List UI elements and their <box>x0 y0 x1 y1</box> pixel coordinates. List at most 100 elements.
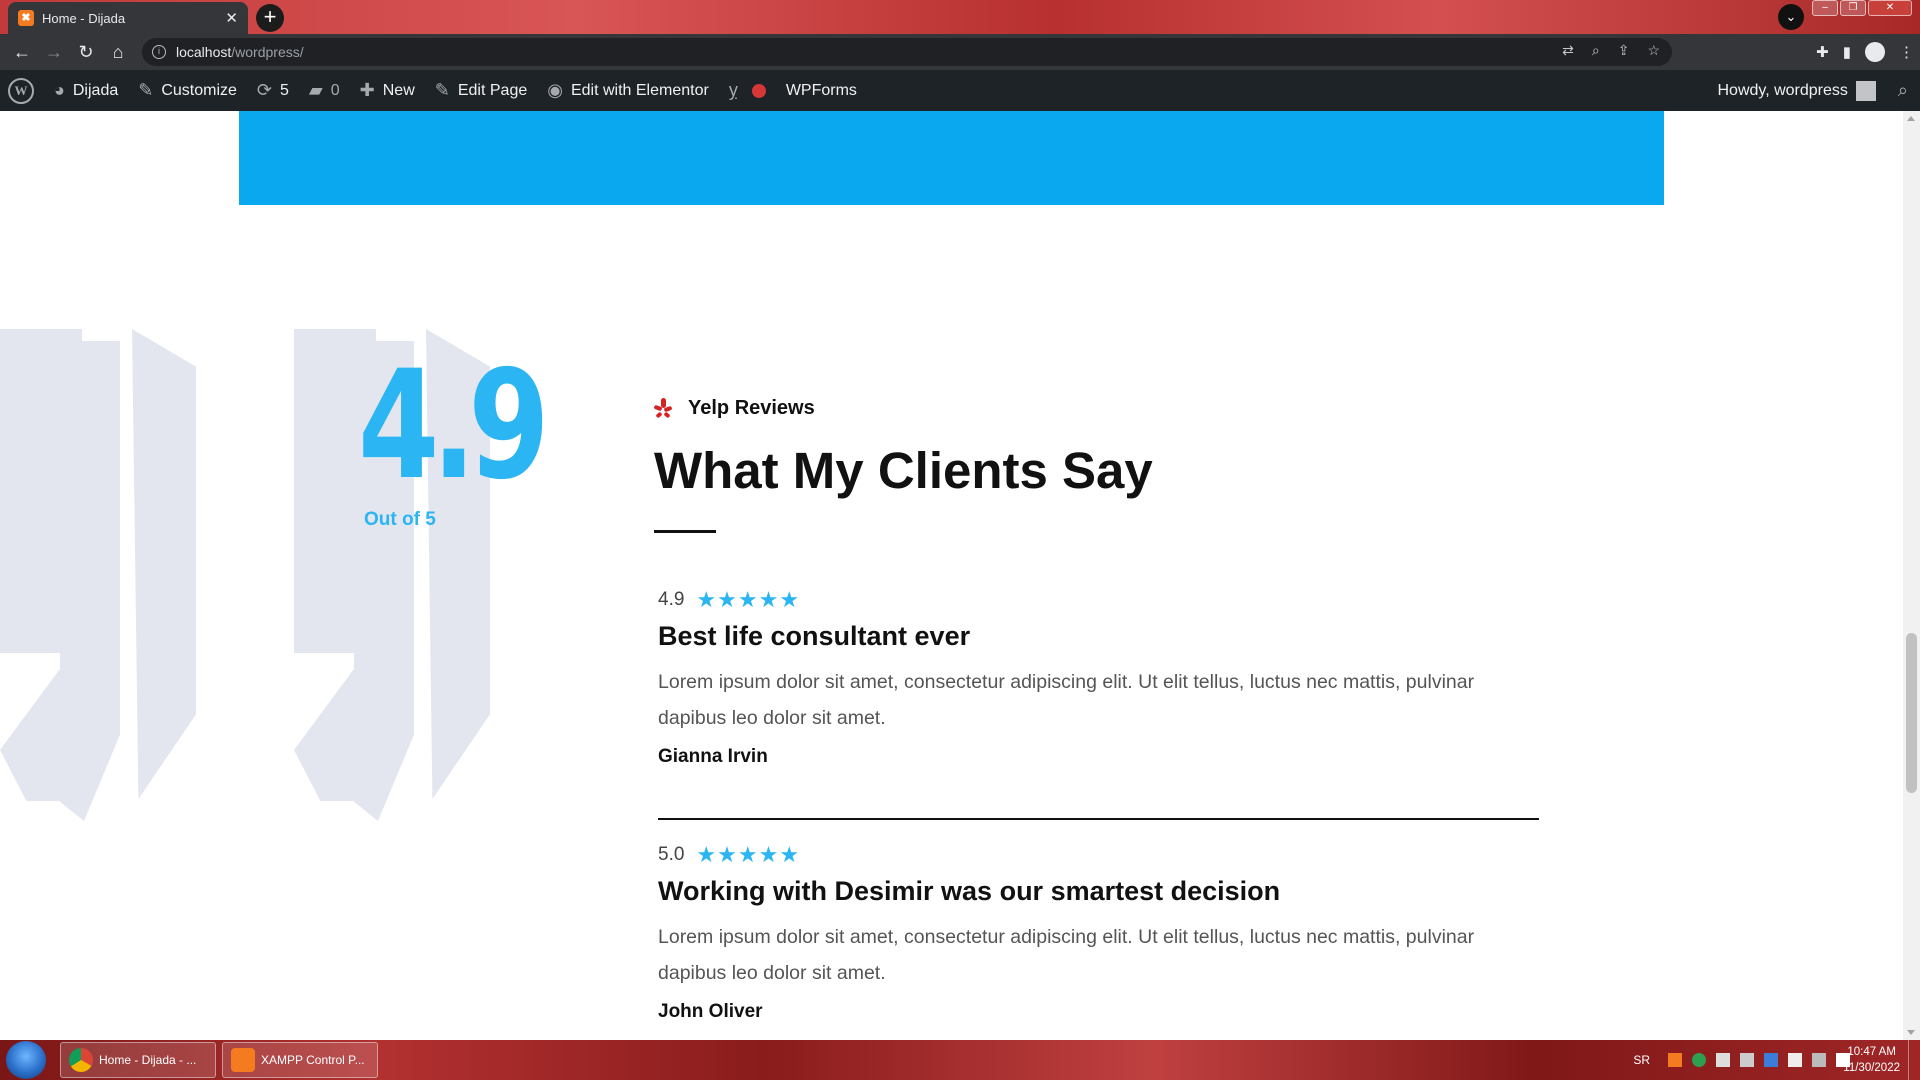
language-indicator[interactable]: SR <box>1633 1053 1650 1067</box>
star-icon: ★ <box>758 587 779 612</box>
security-tray-icon[interactable] <box>1692 1053 1706 1067</box>
taskbar-item-xampp[interactable]: XAMPP Control P... <box>222 1042 378 1078</box>
system-tray: SR <box>1633 1040 1850 1080</box>
new-content-menu[interactable]: ✚ New <box>350 70 425 111</box>
admin-search[interactable]: ⌕ <box>1886 70 1920 111</box>
address-bar[interactable]: i localhost /wordpress/ ⇄ ⌕ ⇪ ☆ <box>142 38 1672 66</box>
wp-admin-bar: W ◕ Dijada ✎ Customize ⟳ 5 ▰ 0 ✚ New ✎ E… <box>0 70 1920 111</box>
star-icon: ★ <box>737 842 758 867</box>
share-icon[interactable]: ⇪ <box>1618 42 1630 59</box>
star-icon: ★ <box>779 587 800 612</box>
star-icon: ★ <box>779 842 800 867</box>
app-tray-icon[interactable] <box>1764 1053 1778 1067</box>
star-icon: ★ <box>696 587 717 612</box>
network-tray-icon[interactable] <box>1716 1053 1730 1067</box>
taskbar-item-chrome[interactable]: Home - Dijada - ... <box>60 1042 216 1078</box>
edit-elementor-link[interactable]: ◉ Edit with Elementor <box>537 70 719 111</box>
customize-link[interactable]: ✎ Customize <box>128 70 247 111</box>
edit-page-link[interactable]: ✎ Edit Page <box>425 70 537 111</box>
star-icon: ★ <box>737 587 758 612</box>
review-text: Lorem ipsum dolor sit amet, consectetur … <box>658 926 1475 984</box>
comments-link[interactable]: ▰ 0 <box>299 70 350 111</box>
review-divider <box>658 818 1539 820</box>
updates-icon: ⟳ <box>256 80 272 100</box>
customize-label: Customize <box>161 81 237 99</box>
tab-search-button[interactable]: ⌄ <box>1778 4 1804 30</box>
action-center-flag-icon[interactable] <box>1788 1053 1802 1067</box>
zoom-icon[interactable]: ⌕ <box>1592 42 1600 59</box>
display-tray-icon[interactable] <box>1812 1053 1826 1067</box>
scrollbar-thumb[interactable] <box>1906 633 1917 793</box>
forward-icon[interactable]: → <box>38 36 70 68</box>
tab-title: Home - Dijada <box>42 10 126 26</box>
wpforms-menu[interactable]: WPForms <box>776 70 867 111</box>
page-viewport: 4.9 Out of 5 Yelp Reviews What My Client… <box>0 111 1903 1040</box>
minimize-button[interactable]: – <box>1812 0 1838 16</box>
review-title: Working with Desimir was our smartest de… <box>658 876 1281 906</box>
back-icon[interactable]: ← <box>6 36 38 68</box>
maximize-button[interactable]: ❐ <box>1840 0 1866 16</box>
review-card: 5.0 ★ ★ ★ ★ ★ Working with Desimir was o… <box>658 842 1538 1023</box>
yelp-icon <box>653 397 673 420</box>
scroll-down-icon[interactable] <box>1907 1030 1915 1035</box>
review-author: John Oliver <box>658 1001 763 1022</box>
updates-link[interactable]: ⟳ 5 <box>247 70 299 111</box>
chrome-icon <box>69 1048 93 1072</box>
howdy-label: Howdy, wordpress <box>1717 81 1848 99</box>
window-controls: – ❐ ✕ <box>1812 0 1912 16</box>
elementor-icon: ◉ <box>547 80 563 100</box>
windows-taskbar: Home - Dijada - ... XAMPP Control P... S… <box>0 1040 1920 1080</box>
browser-tab[interactable]: ✖ Home - Dijada ✕ <box>8 2 248 34</box>
star-rating: ★ ★ ★ ★ ★ <box>696 589 799 611</box>
extensions-icon[interactable]: ✚ <box>1816 43 1829 61</box>
xampp-tray-icon[interactable] <box>1668 1053 1682 1067</box>
wordpress-logo-icon: W <box>8 77 34 104</box>
close-tab-icon[interactable]: ✕ <box>225 9 238 27</box>
edit-page-label: Edit Page <box>457 81 528 99</box>
wp-logo-menu[interactable]: W <box>0 70 44 111</box>
brush-icon: ✎ <box>138 80 154 100</box>
home-icon[interactable]: ⌂ <box>102 36 134 68</box>
review-text: Lorem ipsum dolor sit amet, consectetur … <box>658 671 1475 729</box>
star-rating: ★ ★ ★ ★ ★ <box>696 844 799 866</box>
star-icon: ★ <box>717 587 737 612</box>
user-avatar <box>1855 80 1876 101</box>
menu-kebab-icon[interactable]: ⋮ <box>1899 43 1914 61</box>
overall-rating: 4.9 <box>358 339 550 513</box>
my-account-menu[interactable]: Howdy, wordpress <box>1707 70 1885 111</box>
system-clock[interactable]: 10:47 AM 11/30/2022 <box>1843 1044 1900 1076</box>
start-button[interactable] <box>6 1041 46 1079</box>
site-name-label: Dijada <box>72 81 119 99</box>
side-panel-icon[interactable]: ▮ <box>1843 43 1851 61</box>
site-name-menu[interactable]: ◕ Dijada <box>44 70 128 111</box>
reload-icon[interactable]: ↻ <box>70 36 102 68</box>
taskbar-item-label: Home - Dijada - ... <box>99 1053 197 1067</box>
url-host: localhost <box>176 44 232 60</box>
plus-icon: ✚ <box>359 80 375 100</box>
bookmark-star-icon[interactable]: ☆ <box>1647 42 1660 59</box>
star-icon: ★ <box>758 842 779 867</box>
blue-banner <box>239 111 1664 205</box>
yoast-menu[interactable]: ỵ <box>719 70 776 111</box>
review-title: Best life consultant ever <box>658 621 971 651</box>
url-path: /wordpress/ <box>231 44 304 60</box>
comment-icon: ▰ <box>308 80 323 100</box>
device-tray-icon[interactable] <box>1740 1053 1754 1067</box>
translate-icon[interactable]: ⇄ <box>1562 42 1574 59</box>
close-window-button[interactable]: ✕ <box>1868 0 1912 16</box>
site-info-icon[interactable]: i <box>152 45 166 59</box>
review-source: Yelp Reviews <box>653 397 815 420</box>
updates-count: 5 <box>280 81 289 99</box>
profile-avatar-icon[interactable] <box>1865 42 1885 62</box>
heading-divider <box>654 530 716 533</box>
new-tab-button[interactable]: + <box>256 4 284 32</box>
scroll-up-icon[interactable] <box>1907 116 1915 121</box>
review-score: 4.9 <box>658 589 685 610</box>
taskbar-item-label: XAMPP Control P... <box>261 1053 365 1067</box>
review-author: Gianna Irvin <box>658 746 768 767</box>
page-scrollbar[interactable] <box>1903 111 1920 1040</box>
comments-count: 0 <box>330 81 340 99</box>
seo-status-dot-icon <box>751 83 766 98</box>
show-desktop-button[interactable] <box>1908 1040 1920 1080</box>
browser-toolbar: ← → ↻ ⌂ i localhost /wordpress/ ⇄ ⌕ ⇪ ☆ … <box>0 34 1920 70</box>
